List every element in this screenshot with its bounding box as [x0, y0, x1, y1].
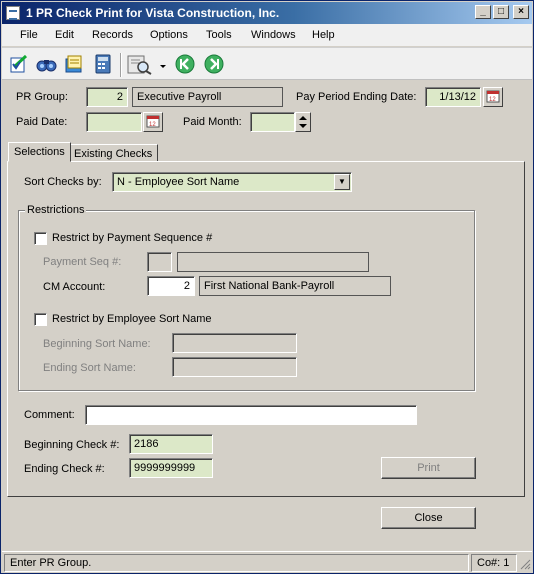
- notes-icon[interactable]: [63, 53, 85, 75]
- payment-seq-label: Payment Seq #:: [43, 256, 122, 268]
- pr-group-description: Executive Payroll: [132, 87, 283, 107]
- calculator-icon[interactable]: [92, 53, 114, 75]
- beginning-check-input[interactable]: 2186: [129, 434, 213, 454]
- beginning-sort-input[interactable]: [172, 333, 297, 353]
- resize-grip-icon[interactable]: [519, 558, 531, 570]
- menu-file[interactable]: File: [20, 29, 38, 41]
- title-bar[interactable]: 1 PR Check Print for Vista Construction,…: [2, 2, 532, 24]
- svg-text:12: 12: [489, 97, 496, 103]
- comment-label: Comment:: [24, 409, 75, 421]
- window-title: 1 PR Check Print for Vista Construction,…: [26, 6, 280, 20]
- tab-existing-checks[interactable]: Existing Checks: [68, 144, 159, 162]
- calendar-icon[interactable]: 12: [483, 87, 503, 107]
- pay-period-label: Pay Period Ending Date:: [296, 91, 417, 103]
- minimize-button[interactable]: _: [475, 5, 491, 19]
- close-window-button[interactable]: ×: [513, 5, 529, 19]
- ending-check-input[interactable]: 9999999999: [129, 458, 213, 478]
- menu-bar: File Edit Records Options Tools Windows …: [2, 24, 532, 46]
- ending-sort-label: Ending Sort Name:: [43, 362, 136, 374]
- sort-checks-label: Sort Checks by:: [24, 176, 102, 188]
- month-spinner[interactable]: [295, 112, 311, 132]
- beginning-sort-label: Beginning Sort Name:: [43, 338, 151, 350]
- restrictions-label: Restrictions: [25, 204, 87, 216]
- restrict-employee-label: Restrict by Employee Sort Name: [52, 313, 212, 325]
- chevron-down-icon[interactable]: ▼: [334, 174, 350, 190]
- toolbar: [2, 47, 532, 80]
- paid-date-label: Paid Date:: [16, 116, 68, 128]
- binoculars-icon[interactable]: [35, 53, 57, 75]
- beginning-check-label: Beginning Check #:: [24, 439, 120, 451]
- first-record-icon[interactable]: [174, 53, 196, 75]
- tab-selections[interactable]: Selections: [8, 142, 71, 162]
- toolbar-separator: [120, 53, 122, 77]
- restrict-payment-label: Restrict by Payment Sequence #: [52, 232, 213, 244]
- payment-seq-input[interactable]: [147, 252, 172, 272]
- pr-group-input[interactable]: 2: [86, 87, 128, 107]
- svg-text:12: 12: [149, 122, 156, 128]
- ending-check-label: Ending Check #:: [24, 463, 105, 475]
- status-message: Enter PR Group.: [4, 554, 469, 572]
- company-indicator: Co#: 1: [471, 554, 517, 572]
- paid-month-label: Paid Month:: [183, 116, 242, 128]
- menu-options[interactable]: Options: [150, 29, 188, 41]
- sort-checks-value: N - Employee Sort Name: [117, 176, 240, 188]
- app-window: 1 PR Check Print for Vista Construction,…: [0, 0, 534, 574]
- payment-seq-description: [177, 252, 369, 272]
- paid-date-input[interactable]: [86, 112, 142, 132]
- app-icon: [6, 6, 20, 20]
- edit-form-icon[interactable]: [8, 53, 30, 75]
- sort-checks-select[interactable]: N - Employee Sort Name ▼: [112, 172, 352, 192]
- paid-date-calendar-icon[interactable]: 12: [143, 112, 163, 132]
- cm-account-description: First National Bank-Payroll: [199, 276, 391, 296]
- menu-records[interactable]: Records: [92, 29, 133, 41]
- status-bar: Enter PR Group. Co#: 1: [2, 551, 532, 573]
- restrict-payment-checkbox[interactable]: [34, 232, 47, 245]
- pay-period-input[interactable]: 1/13/12: [425, 87, 481, 107]
- menu-edit[interactable]: Edit: [55, 29, 74, 41]
- restrict-employee-checkbox[interactable]: [34, 313, 47, 326]
- maximize-button[interactable]: □: [493, 5, 509, 19]
- cm-account-input[interactable]: 2: [147, 276, 195, 296]
- cm-account-label: CM Account:: [43, 281, 106, 293]
- ending-sort-input[interactable]: [172, 357, 297, 377]
- print-button[interactable]: Print: [381, 457, 476, 479]
- next-record-icon[interactable]: [203, 53, 225, 75]
- menu-windows[interactable]: Windows: [251, 29, 296, 41]
- pr-group-label: PR Group:: [16, 91, 68, 103]
- comment-input[interactable]: [85, 405, 417, 425]
- dropdown-arrow-icon[interactable]: [158, 53, 168, 75]
- paid-month-input[interactable]: [250, 112, 295, 132]
- print-preview-icon[interactable]: [126, 53, 156, 75]
- close-button[interactable]: Close: [381, 507, 476, 529]
- menu-help[interactable]: Help: [312, 29, 335, 41]
- menu-tools[interactable]: Tools: [206, 29, 232, 41]
